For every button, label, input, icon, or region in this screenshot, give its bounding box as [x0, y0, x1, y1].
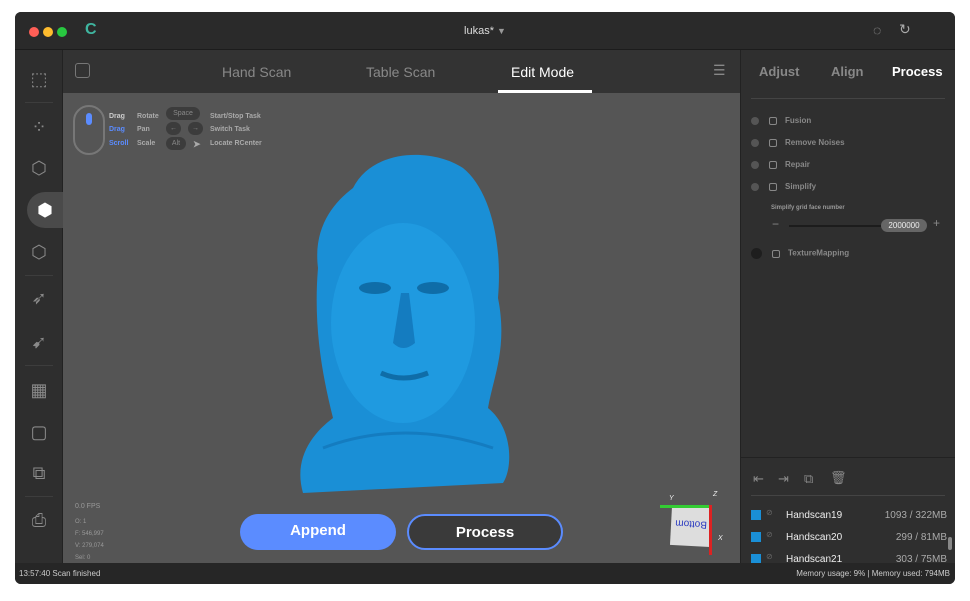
menu-icon[interactable]: ☰	[713, 62, 726, 79]
cursor-icon: ➤	[193, 139, 201, 149]
step-repair[interactable]: Repair	[751, 160, 810, 169]
memory-usage: Memory usage: 9% | Memory used: 794MB	[796, 569, 950, 578]
mode-tabs: Hand Scan Table Scan Edit Mode ☰	[63, 50, 740, 93]
arrow-right-icon: →	[188, 122, 203, 135]
solid-cube-icon[interactable]: ⬢	[27, 192, 63, 228]
face-number-value[interactable]: 2000000	[881, 219, 927, 232]
selection-count: Sel: 0	[75, 555, 91, 561]
face-count: F: 546,997	[75, 531, 104, 537]
x-axis-label: X	[718, 535, 723, 542]
visibility-off-icon[interactable]: ⊘	[766, 508, 773, 517]
process-button[interactable]: Process	[407, 514, 563, 550]
hint-locate: Locate RCenter	[210, 140, 262, 147]
simplify-label: Simplify grid face number	[771, 205, 845, 211]
checkbox[interactable]	[751, 510, 761, 520]
key-space: Space	[166, 107, 200, 120]
rect-select-icon[interactable]: ➹	[27, 330, 51, 354]
y-axis-label: Y	[669, 495, 674, 502]
face-number-slider[interactable]	[789, 225, 881, 227]
screenshot-icon[interactable]	[75, 63, 90, 78]
hint-scroll: Scroll	[109, 140, 129, 147]
lasso-select-icon[interactable]: ➶	[27, 286, 51, 310]
import-icon[interactable]: ⇤	[753, 471, 764, 487]
status-bar: 13:57:40 Scan finished Memory usage: 9% …	[15, 563, 955, 584]
hint-switch-task: Switch Task	[210, 126, 250, 133]
tab-process[interactable]: Process	[892, 64, 943, 79]
x-axis	[709, 505, 712, 555]
select-frame-icon[interactable]: ⬚	[27, 67, 51, 91]
vertex-count: V: 279,074	[75, 543, 104, 549]
step-remove-noises[interactable]: Remove Noises	[751, 138, 845, 147]
edit-icon[interactable]: ◌	[873, 22, 881, 38]
add-layer-icon[interactable]: ⧉	[27, 461, 51, 485]
checkbox[interactable]	[751, 532, 761, 542]
append-button[interactable]: Append	[240, 514, 396, 550]
hint-rotate: Rotate	[137, 113, 159, 120]
visibility-off-icon[interactable]: ⊘	[766, 552, 773, 561]
increase-button[interactable]: +	[933, 216, 940, 230]
fps-readout: 0.0 FPS	[75, 503, 101, 510]
scrollbar[interactable]	[948, 537, 952, 550]
hint-start-stop: Start/Stop Task	[210, 113, 261, 120]
scanned-face-model	[300, 154, 510, 493]
tab-hand-scan[interactable]: Hand Scan	[222, 64, 291, 80]
cube-face-label: Bottom	[675, 517, 708, 530]
status-message: 13:57:40 Scan finished	[19, 569, 101, 578]
step-fusion[interactable]: Fusion	[751, 116, 811, 125]
arrow-left-icon: ←	[166, 122, 181, 135]
duplicate-icon[interactable]: ⧉	[804, 471, 813, 487]
checker-icon[interactable]: ▦	[27, 378, 51, 402]
orientation-cube[interactable]: Bottom	[669, 504, 713, 548]
hint-pan: Pan	[137, 126, 150, 133]
refresh-icon[interactable]: ↻	[899, 21, 911, 38]
left-toolbar: ⬚ ⁘ ⬡ ⬢ ⬡ ➶ ➹ ▦ ▢ ⧉ ⎙	[15, 50, 63, 563]
trash-icon[interactable]: 🗑	[830, 470, 847, 486]
key-alt: Alt	[166, 137, 186, 150]
3d-viewport[interactable]: Drag Rotate Space Start/Stop Task Drag P…	[63, 93, 740, 563]
textured-cube-icon[interactable]: ⬡	[27, 240, 51, 264]
object-count: O: 1	[75, 519, 87, 525]
hint-scale: Scale	[137, 140, 156, 147]
chevron-down-icon[interactable]: ▼	[497, 26, 506, 36]
export-icon[interactable]: ⇥	[778, 471, 789, 487]
y-axis	[660, 505, 710, 508]
title-bar: C lukas* ▼ ◌ ↻	[15, 12, 955, 50]
decrease-button[interactable]: −	[772, 217, 779, 231]
frame-icon[interactable]: ▢	[27, 420, 51, 444]
hint-drag-pan: Drag	[109, 126, 125, 133]
tab-edit-mode[interactable]: Edit Mode	[511, 64, 574, 80]
right-panel: Adjust Align Process Fusion Remove Noise…	[740, 50, 955, 565]
scan-list-item[interactable]: ⊘ Handscan19 1093 / 322MB	[751, 506, 947, 526]
point-cloud-icon[interactable]: ⁘	[27, 115, 51, 139]
step-texture-mapping[interactable]: TextureMapping	[751, 248, 849, 259]
tab-align[interactable]: Align	[831, 64, 864, 79]
tab-adjust[interactable]: Adjust	[759, 64, 799, 79]
wireframe-cube-icon[interactable]: ⬡	[27, 156, 51, 180]
tab-table-scan[interactable]: Table Scan	[366, 64, 435, 80]
step-simplify[interactable]: Simplify	[751, 182, 816, 191]
z-axis-label: Z	[713, 491, 718, 498]
hint-drag: Drag	[109, 113, 125, 120]
camera-icon[interactable]: ⎙	[27, 508, 51, 532]
window-title: lukas*	[464, 25, 494, 37]
mouse-icon	[73, 105, 105, 155]
visibility-off-icon[interactable]: ⊘	[766, 530, 773, 539]
scan-list-item[interactable]: ⊘ Handscan20 299 / 81MB	[751, 528, 947, 548]
app-window: C lukas* ▼ ◌ ↻ ⬚ ⁘ ⬡ ⬢ ⬡ ➶ ➹ ▦ ▢ ⧉ ⎙ Han…	[15, 12, 955, 584]
